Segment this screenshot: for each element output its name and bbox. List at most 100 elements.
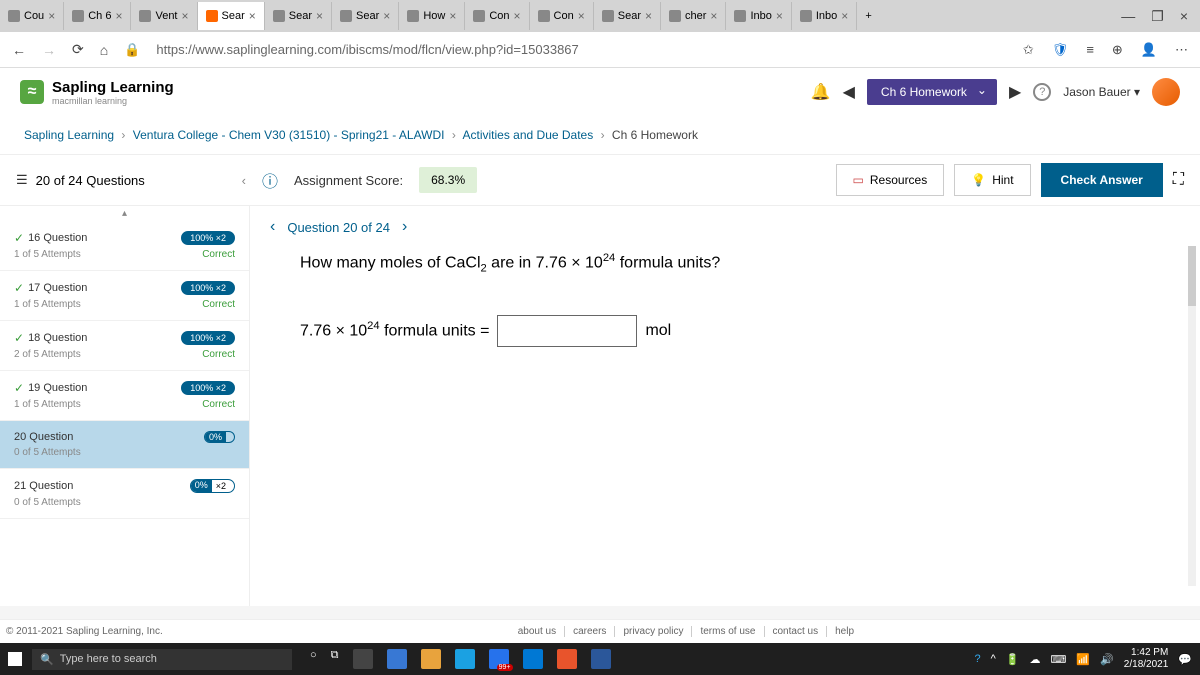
taskbar-app-icon[interactable] (523, 649, 543, 669)
cortana-icon[interactable]: ○ (310, 649, 317, 669)
help-icon[interactable]: ? (1033, 83, 1051, 101)
task-view-icon[interactable]: ⧉ (331, 649, 339, 669)
user-menu[interactable]: Jason Bauer ▾ (1063, 85, 1140, 99)
footer-link[interactable]: help (826, 626, 854, 637)
close-icon[interactable]: × (578, 9, 585, 23)
breadcrumb-link[interactable]: Sapling Learning (24, 128, 114, 142)
app-subtitle: macmillan learning (52, 96, 174, 106)
collapse-icon[interactable]: ‹ (242, 173, 246, 188)
question-list-item[interactable]: ✓18 Question100% ×22 of 5 AttemptsCorrec… (0, 321, 249, 371)
close-icon[interactable]: × (249, 9, 256, 23)
breadcrumb-link[interactable]: Ventura College - Chem V30 (31510) - Spr… (133, 128, 445, 142)
taskbar-app-icon[interactable] (387, 649, 407, 669)
prev-assignment-icon[interactable]: ◀ (843, 82, 855, 102)
close-icon[interactable]: × (841, 9, 848, 23)
question-list-item[interactable]: 20 Question0%0 of 5 Attempts (0, 421, 249, 469)
start-button[interactable] (8, 652, 22, 666)
taskbar-app-icon[interactable] (591, 649, 611, 669)
tray-keyboard-icon[interactable]: ⌨ (1051, 653, 1067, 666)
browser-tab[interactable]: How× (399, 2, 465, 30)
taskbar-clock[interactable]: 1:42 PM 2/18/2021 (1124, 647, 1169, 671)
extension-icon[interactable]: 🛡 (1052, 42, 1069, 58)
close-icon[interactable]: × (645, 9, 652, 23)
collections-icon[interactable]: ⊕ (1112, 42, 1123, 58)
back-icon[interactable]: ← (12, 42, 26, 58)
assignment-selector[interactable]: Ch 6 Homework (867, 79, 997, 105)
forward-icon[interactable]: → (42, 42, 56, 58)
more-icon[interactable]: ⋯ (1175, 42, 1188, 58)
close-icon[interactable]: × (449, 9, 456, 23)
question-list-item[interactable]: ✓16 Question100% ×21 of 5 AttemptsCorrec… (0, 221, 249, 271)
close-icon[interactable]: × (182, 9, 189, 23)
footer-link[interactable]: privacy policy (614, 626, 683, 637)
resources-button[interactable]: ▭Resources (836, 164, 945, 196)
browser-tab[interactable]: Inbo× (792, 2, 857, 30)
check-answer-button[interactable]: Check Answer (1041, 163, 1163, 197)
new-tab-button[interactable]: + (857, 2, 879, 30)
browser-tab[interactable]: Vent× (131, 2, 197, 30)
breadcrumb-link[interactable]: Activities and Due Dates (463, 128, 594, 142)
close-window-icon[interactable]: × (1180, 8, 1188, 25)
browser-tab[interactable]: Con× (530, 2, 594, 30)
hint-button[interactable]: 💡Hint (954, 164, 1030, 196)
home-icon[interactable]: ⌂ (100, 42, 108, 58)
profile-icon[interactable]: 👤 (1141, 42, 1157, 58)
maximize-icon[interactable]: ❐ (1151, 8, 1164, 25)
taskbar-app-icon[interactable]: 99+ (489, 649, 509, 669)
taskbar-app-icon[interactable] (353, 649, 373, 669)
taskbar-search[interactable]: 🔍 Type here to search (32, 649, 292, 670)
prev-question-icon[interactable]: ‹ (270, 218, 275, 236)
browser-tab[interactable]: cher× (661, 2, 726, 30)
question-counter: 20 of 24 Questions (36, 173, 145, 188)
minimize-icon[interactable]: — (1121, 8, 1135, 25)
browser-tab[interactable]: Con× (465, 2, 529, 30)
tray-volume-icon[interactable]: 🔊 (1100, 653, 1114, 666)
browser-tab[interactable]: Sear× (265, 2, 332, 30)
next-question-icon[interactable]: › (402, 218, 407, 236)
close-icon[interactable]: × (710, 9, 717, 23)
tray-chevron-icon[interactable]: ^ (991, 653, 996, 665)
refresh-icon[interactable]: ⟳ (72, 41, 84, 58)
footer-link[interactable]: contact us (764, 626, 819, 637)
close-icon[interactable]: × (383, 9, 390, 23)
taskbar-app-icon[interactable] (421, 649, 441, 669)
browser-tab-active[interactable]: Sear× (198, 2, 265, 30)
fullscreen-icon[interactable]: ⛶ (1173, 171, 1184, 189)
close-icon[interactable]: × (115, 9, 122, 23)
action-center-icon[interactable]: 💬 (1178, 653, 1192, 666)
close-icon[interactable]: × (514, 9, 521, 23)
answer-input[interactable] (497, 315, 637, 347)
close-icon[interactable]: × (776, 9, 783, 23)
close-icon[interactable]: × (316, 9, 323, 23)
scroll-up-icon[interactable]: ▴ (0, 206, 249, 221)
footer-link[interactable]: careers (564, 626, 606, 637)
question-list-item[interactable]: ✓19 Question100% ×21 of 5 AttemptsCorrec… (0, 371, 249, 421)
info-icon[interactable]: ⓘ (262, 168, 278, 192)
list-icon[interactable]: ☰ (16, 172, 28, 188)
browser-tab[interactable]: Ch 6× (64, 2, 131, 30)
question-sidebar[interactable]: ▴ ✓16 Question100% ×21 of 5 AttemptsCorr… (0, 206, 250, 606)
app-logo[interactable]: ≈ Sapling Learning macmillan learning (20, 79, 174, 106)
taskbar-app-icon[interactable] (455, 649, 475, 669)
footer-link[interactable]: terms of use (691, 626, 755, 637)
reading-list-icon[interactable]: ≡ (1086, 42, 1094, 57)
browser-tab[interactable]: Inbo× (726, 2, 791, 30)
question-list-item[interactable]: ✓17 Question100% ×21 of 5 AttemptsCorrec… (0, 271, 249, 321)
tray-cloud-icon[interactable]: ☁ (1030, 653, 1041, 666)
footer-link[interactable]: about us (510, 626, 556, 637)
tray-help-icon[interactable]: ? (975, 653, 981, 665)
avatar[interactable] (1152, 78, 1180, 106)
favorite-icon[interactable]: ✩ (1023, 42, 1034, 58)
browser-tab[interactable]: Sear× (332, 2, 399, 30)
browser-tab[interactable]: Cou× (0, 2, 64, 30)
question-list-item[interactable]: 21 Question0% ×20 of 5 Attempts (0, 469, 249, 519)
browser-tab[interactable]: Sear× (594, 2, 661, 30)
tray-battery-icon[interactable]: 🔋 (1006, 653, 1020, 666)
tray-wifi-icon[interactable]: 📶 (1076, 653, 1090, 666)
next-assignment-icon[interactable]: ▶ (1009, 82, 1021, 102)
close-icon[interactable]: × (48, 9, 55, 23)
taskbar-app-icon[interactable] (557, 649, 577, 669)
notification-icon[interactable]: 🔔 (811, 82, 831, 102)
url-text[interactable]: https://www.saplinglearning.com/ibiscms/… (156, 42, 1007, 57)
scrollbar[interactable] (1188, 246, 1196, 586)
